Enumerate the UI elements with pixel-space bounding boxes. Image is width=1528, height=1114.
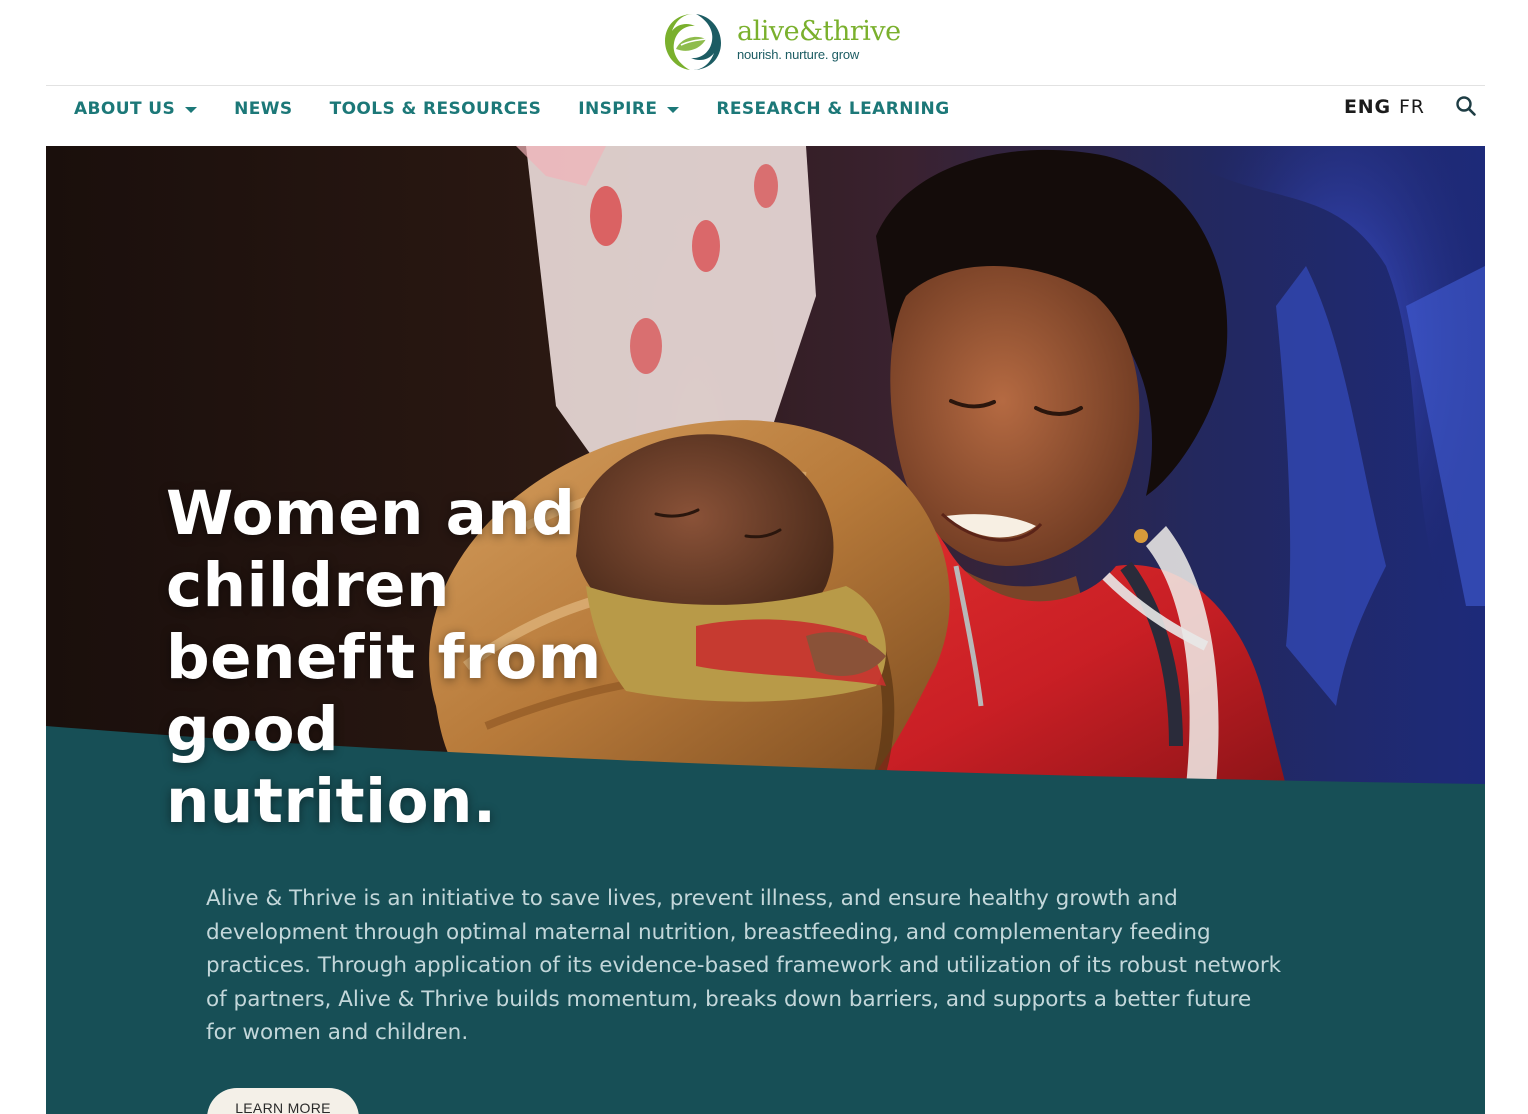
- nav-research-learning[interactable]: RESEARCH & LEARNING: [716, 99, 949, 119]
- logo-name: alive&thrive: [737, 16, 901, 47]
- nav-news-label: NEWS: [234, 99, 293, 119]
- main-navigation: ABOUT US NEWS TOOLS & RESOURCES INSPIRE …: [74, 94, 950, 124]
- search-icon[interactable]: [1455, 95, 1477, 117]
- logo-tagline: nourish. nurture. grow: [737, 47, 860, 62]
- hero-section: Women and children benefit from good nut…: [46, 146, 1485, 1114]
- learn-more-button[interactable]: LEARN MORE: [207, 1088, 359, 1114]
- nav-tools-resources[interactable]: TOOLS & RESOURCES: [330, 99, 542, 119]
- caret-down-icon: [667, 107, 680, 113]
- nav-inspire-label: INSPIRE: [578, 99, 658, 119]
- nav-news[interactable]: NEWS: [234, 99, 292, 119]
- header-divider: [46, 85, 1485, 86]
- nav-research-learning-label: RESEARCH & LEARNING: [716, 99, 950, 119]
- alive-thrive-leaf-logo-icon: [665, 14, 721, 70]
- nav-inspire[interactable]: INSPIRE: [578, 99, 680, 119]
- caret-down-icon: [185, 107, 198, 113]
- hero-headline: Women and children benefit from good nut…: [166, 478, 602, 837]
- language-eng[interactable]: ENG: [1344, 96, 1391, 118]
- nav-about-us-label: ABOUT US: [74, 99, 176, 119]
- hero-description: Alive & Thrive is an initiative to save …: [206, 886, 1282, 1046]
- site-logo[interactable]: alive&thrive nourish. nurture. grow: [662, 8, 901, 76]
- nav-about-us[interactable]: ABOUT US: [74, 99, 198, 119]
- nav-tools-resources-label: TOOLS & RESOURCES: [329, 99, 542, 119]
- language-fr[interactable]: FR: [1399, 96, 1425, 118]
